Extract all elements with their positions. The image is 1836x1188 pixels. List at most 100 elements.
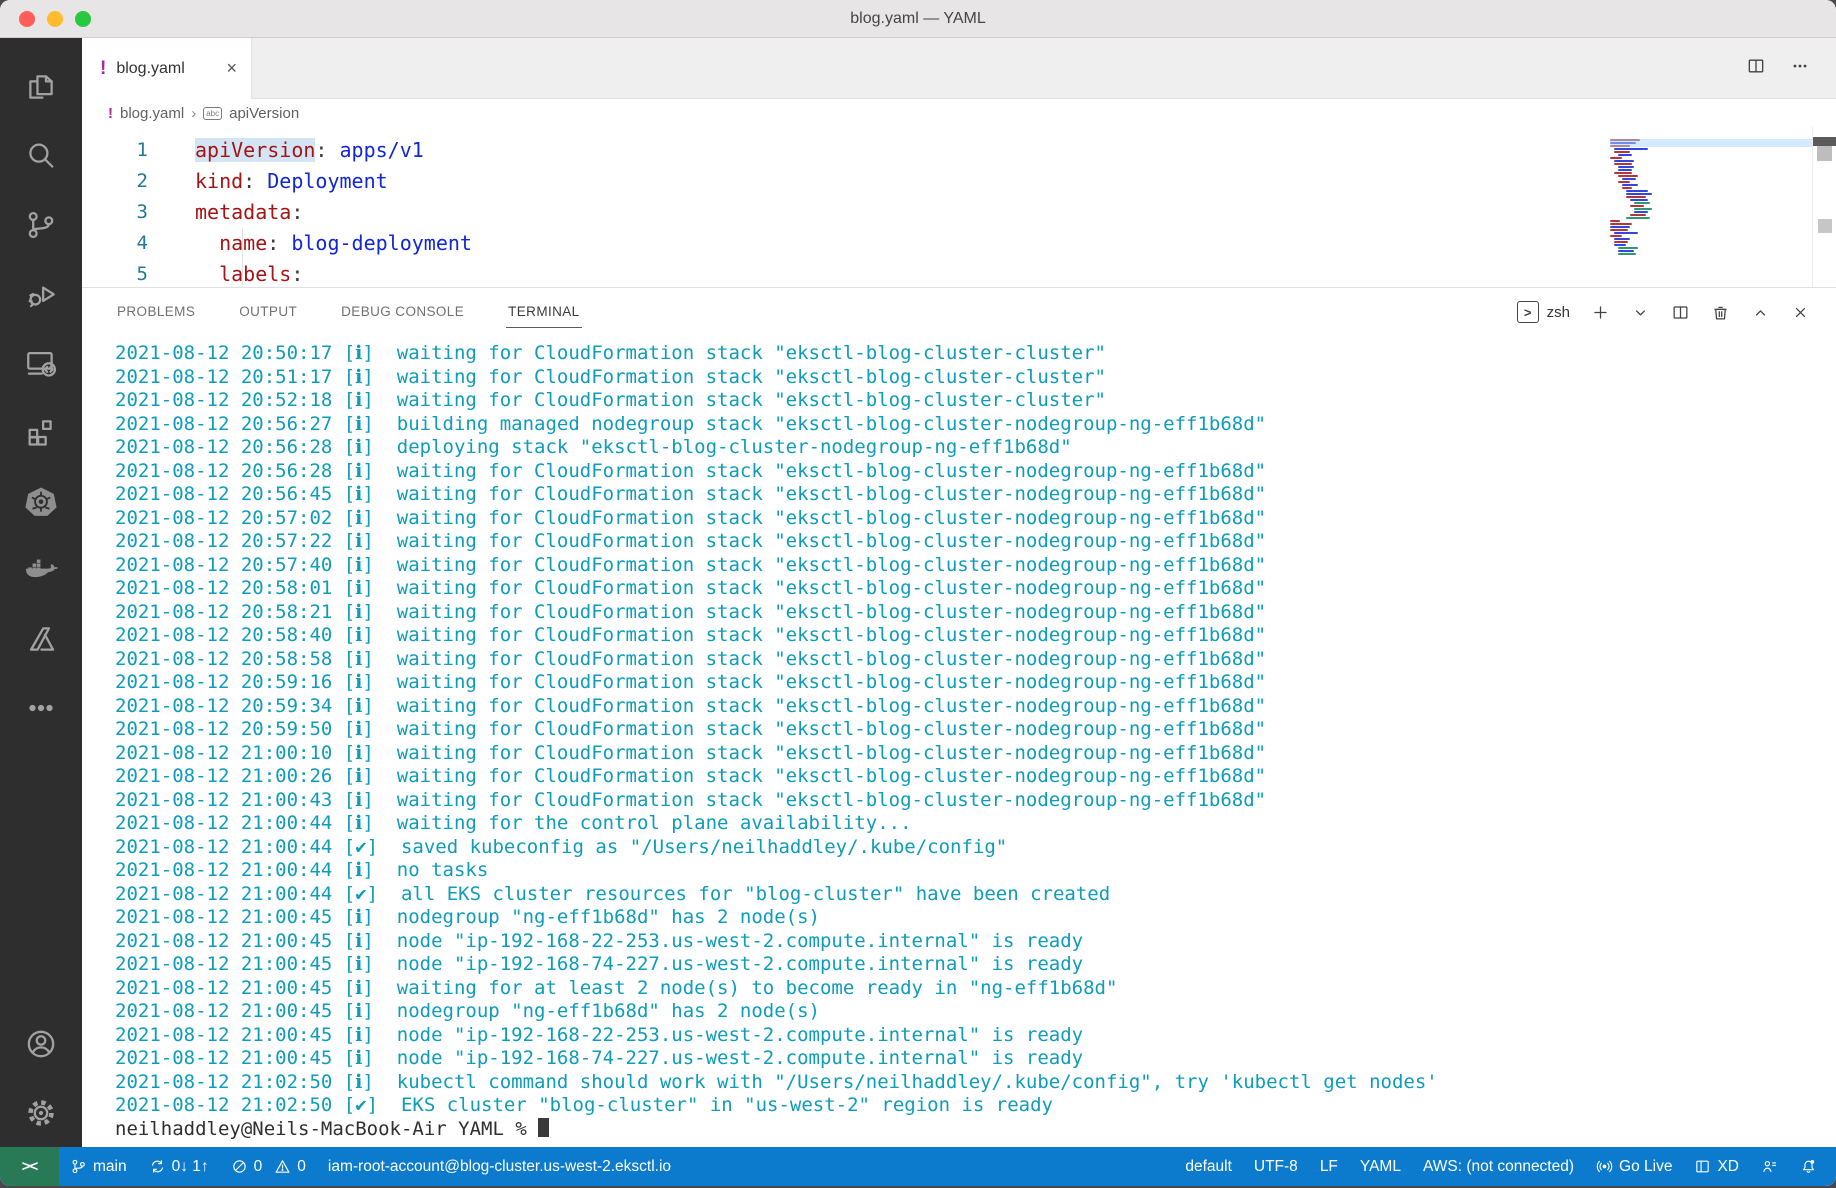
terminal-line: 2021-08-12 20:50:17 [ℹ] waiting for Clou…	[115, 342, 1836, 366]
error-count: 0	[254, 1158, 263, 1176]
terminal-line: 2021-08-12 21:00:45 [ℹ] waiting for at l…	[115, 977, 1836, 1001]
panel-tab-terminal[interactable]: TERMINAL	[506, 296, 581, 328]
bell-icon	[1800, 1158, 1817, 1175]
tab-label: blog.yaml	[116, 60, 184, 78]
terminal-line: 2021-08-12 20:59:16 [ℹ] waiting for Clou…	[115, 671, 1836, 695]
scrollbar-thumb[interactable]	[1817, 146, 1832, 161]
terminal-line: 2021-08-12 20:58:21 [ℹ] waiting for Clou…	[115, 601, 1836, 625]
statusbar-config[interactable]: default	[1174, 1147, 1243, 1186]
close-tab-icon[interactable]: ×	[226, 58, 237, 79]
code-line-4[interactable]: 4 name: blog-deployment	[82, 228, 1836, 259]
titlebar[interactable]: blog.yaml — YAML	[0, 0, 1836, 38]
activitybar-explorer[interactable]	[0, 52, 82, 121]
terminal-line: 2021-08-12 21:00:10 [ℹ] waiting for Clou…	[115, 742, 1836, 766]
code-line-5[interactable]: 5 labels:	[82, 259, 1836, 287]
terminal-line: 2021-08-12 20:57:22 [ℹ] waiting for Clou…	[115, 530, 1836, 554]
terminal-line: 2021-08-12 21:00:44 [✔] saved kubeconfig…	[115, 836, 1836, 860]
activitybar-search[interactable]	[0, 121, 82, 190]
sync-icon	[149, 1158, 166, 1175]
minimap-slider[interactable]	[1610, 139, 1812, 147]
statusbar-notifications[interactable]	[1789, 1147, 1828, 1186]
terminal-line: 2021-08-12 21:02:50 [✔] EKS cluster "blo…	[115, 1094, 1836, 1118]
new-terminal-icon[interactable]	[1591, 303, 1610, 322]
terminal-picker-icon[interactable]	[1631, 303, 1650, 322]
terminal-line: 2021-08-12 21:00:44 [ℹ] no tasks	[115, 859, 1836, 883]
activitybar-extensions[interactable]	[0, 397, 82, 466]
breadcrumb-separator-icon: ›	[191, 105, 196, 122]
statusbar-encoding[interactable]: UTF-8	[1243, 1147, 1309, 1186]
code-line-1[interactable]: 1apiVersion: apps/v1	[82, 135, 1836, 166]
vscode-window: blog.yaml — YAML ! blog.yaml × ! blog.ya…	[0, 0, 1836, 1186]
terminal-line: 2021-08-12 21:00:45 [ℹ] node "ip-192-168…	[115, 1024, 1836, 1048]
terminal-line: 2021-08-12 20:57:40 [ℹ] waiting for Clou…	[115, 554, 1836, 578]
zoom-window-button[interactable]	[75, 11, 91, 27]
code-editor[interactable]: 1apiVersion: apps/v12 kind: Deployment3me…	[82, 127, 1836, 287]
terminal-line: 2021-08-12 20:59:50 [ℹ] waiting for Clou…	[115, 718, 1836, 742]
close-window-button[interactable]	[19, 11, 35, 27]
panel-header: PROBLEMS OUTPUT DEBUG CONSOLE TERMINAL > zs…	[82, 288, 1836, 336]
split-terminal-icon[interactable]	[1671, 303, 1690, 322]
terminal-output[interactable]: 2021-08-12 20:50:17 [ℹ] waiting for Clou…	[82, 336, 1836, 1147]
terminal-line: 2021-08-12 21:00:45 [ℹ] nodegroup "ng-ef…	[115, 906, 1836, 930]
code-text: labels:	[195, 259, 303, 287]
explorer-icon	[24, 70, 58, 104]
minimize-window-button[interactable]	[47, 11, 63, 27]
breadcrumb-symbol[interactable]: apiVersion	[229, 105, 299, 122]
activitybar-source-control[interactable]	[0, 190, 82, 259]
activitybar-settings[interactable]	[0, 1078, 82, 1147]
more-actions-icon[interactable]	[1790, 56, 1810, 81]
activitybar-kubernetes[interactable]	[0, 466, 82, 535]
activity-bar	[0, 38, 82, 1147]
code-line-2[interactable]: 2 kind: Deployment	[82, 166, 1836, 197]
panel-tab-debug-console[interactable]: DEBUG CONSOLE	[339, 296, 466, 328]
split-editor-icon[interactable]	[1746, 56, 1766, 81]
activitybar-azure[interactable]	[0, 604, 82, 673]
terminal-line: 2021-08-12 20:58:01 [ℹ] waiting for Clou…	[115, 577, 1836, 601]
breadcrumb[interactable]: ! blog.yaml › abc apiVersion	[82, 99, 1836, 127]
terminal-line: 2021-08-12 21:00:43 [ℹ] waiting for Clou…	[115, 789, 1836, 813]
code-text: kind: Deployment	[195, 166, 388, 197]
terminal-line: 2021-08-12 21:00:45 [ℹ] nodegroup "ng-ef…	[115, 1000, 1836, 1024]
statusbar-sync[interactable]: 0↓ 1↑	[138, 1147, 220, 1186]
bottom-panel: PROBLEMS OUTPUT DEBUG CONSOLE TERMINAL > zs…	[82, 287, 1836, 1147]
kill-terminal-icon[interactable]	[1711, 303, 1730, 322]
statusbar-aws-connection[interactable]: AWS: (not connected)	[1412, 1147, 1585, 1186]
terminal-line: 2021-08-12 20:56:45 [ℹ] waiting for Clou…	[115, 483, 1836, 507]
minimap[interactable]	[1610, 139, 1700, 256]
remote-indicator[interactable]: ><	[0, 1147, 59, 1186]
xd-icon	[1694, 1158, 1711, 1175]
statusbar-feedback[interactable]	[1750, 1147, 1789, 1186]
activitybar-remote-explorer[interactable]	[0, 328, 82, 397]
yaml-file-badge-icon: !	[108, 105, 113, 122]
activitybar-docker[interactable]	[0, 535, 82, 604]
close-panel-icon[interactable]	[1791, 303, 1810, 322]
window-title: blog.yaml — YAML	[850, 10, 985, 28]
statusbar-go-live[interactable]: Go Live	[1585, 1147, 1683, 1186]
statusbar-branch[interactable]: main	[59, 1147, 138, 1186]
terminal-line: 2021-08-12 21:00:45 [ℹ] node "ip-192-168…	[115, 1047, 1836, 1071]
statusbar-problems[interactable]: 00	[220, 1147, 317, 1186]
warning-icon	[274, 1158, 291, 1175]
code-line-3[interactable]: 3metadata:	[82, 197, 1836, 228]
terminal-shell-chip[interactable]: > zsh	[1517, 301, 1570, 323]
statusbar-eol[interactable]: LF	[1309, 1147, 1349, 1186]
code-text: metadata:	[195, 197, 303, 228]
breadcrumb-file[interactable]: blog.yaml	[120, 105, 184, 122]
tab-blog-yaml[interactable]: ! blog.yaml ×	[82, 38, 252, 99]
line-number: 2	[82, 166, 148, 197]
activitybar-accounts[interactable]	[0, 1009, 82, 1078]
statusbar-language-mode[interactable]: YAML	[1349, 1147, 1412, 1186]
maximize-panel-icon[interactable]	[1751, 303, 1770, 322]
panel-tab-problems[interactable]: PROBLEMS	[115, 296, 197, 328]
statusbar-xd[interactable]: XD	[1683, 1147, 1750, 1186]
terminal-prompt[interactable]: neilhaddley@Neils-MacBook-Air YAML %	[115, 1118, 1836, 1142]
activitybar-more-views[interactable]	[0, 673, 82, 742]
eol-label: LF	[1320, 1158, 1338, 1176]
statusbar-aws-context[interactable]: iam-root-account@blog-cluster.us-west-2.…	[317, 1147, 682, 1186]
panel-tab-output[interactable]: OUTPUT	[237, 296, 299, 328]
editor-scrollbar[interactable]	[1812, 127, 1836, 287]
encoding-label: UTF-8	[1254, 1158, 1298, 1176]
search-icon	[24, 139, 58, 173]
activitybar-run-and-debug[interactable]	[0, 259, 82, 328]
kubernetes-icon	[24, 484, 58, 518]
